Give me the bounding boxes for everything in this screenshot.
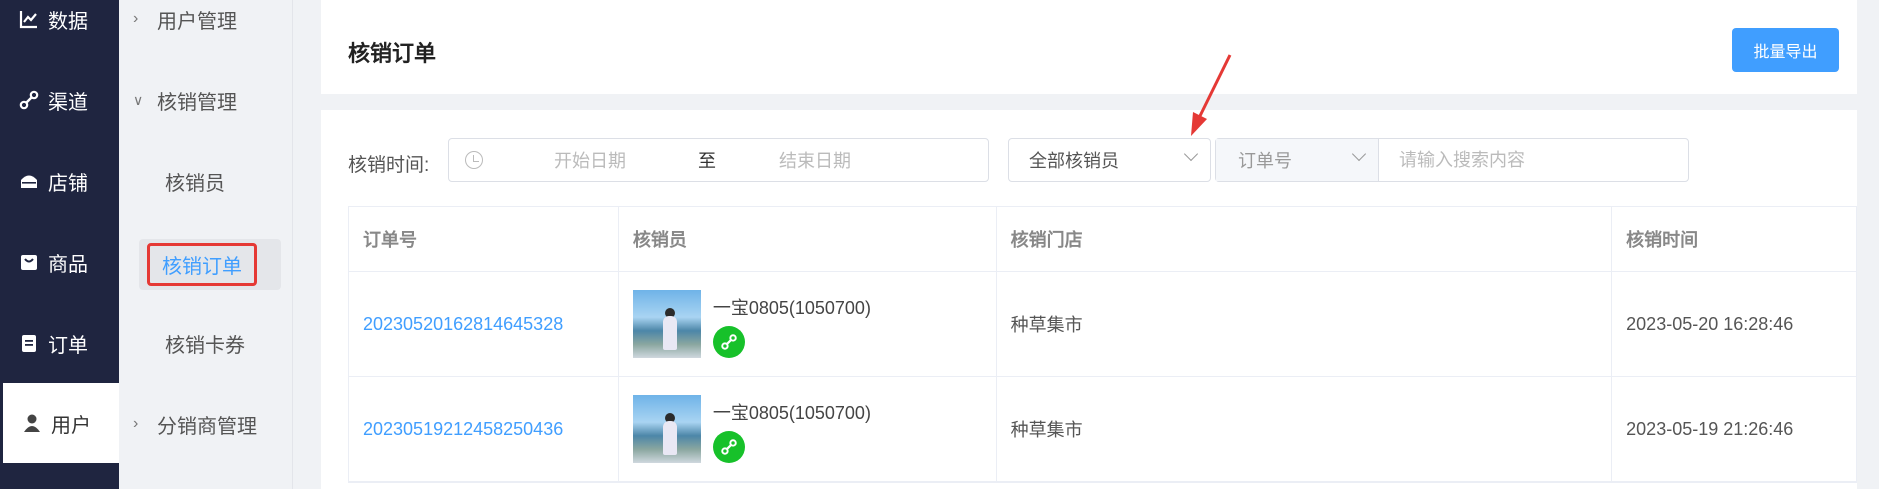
submenu-label: 核销订单 — [147, 243, 257, 286]
page-title: 核销订单 — [348, 41, 437, 66]
verifier-name: 一宝0805(1050700) — [712, 298, 871, 318]
chevron-down-icon — [1183, 146, 1199, 162]
verify-time-cell: 2023-05-19 21:26:46 — [1612, 377, 1857, 481]
submenu-verify-orders[interactable]: 核销订单 — [139, 239, 281, 290]
bag-icon — [18, 251, 40, 273]
chevron-down-icon: ∨ — [133, 91, 144, 108]
table-header-row: 订单号 核销员 核销门店 核销时间 — [349, 207, 1857, 272]
search-group: 订单号 — [1215, 138, 1689, 182]
mini-program-link-icon — [712, 326, 745, 358]
nav-footer — [0, 463, 119, 489]
clipboard-icon — [18, 332, 40, 354]
submenu-label: 核销卡券 — [165, 334, 245, 357]
nav-item-label: 店铺 — [48, 172, 88, 195]
date-range-separator: 至 — [698, 151, 716, 171]
verifier-select[interactable]: 全部核销员 — [1008, 138, 1211, 182]
orders-table: 订单号 核销员 核销门店 核销时间 20230520162814645328 一… — [348, 206, 1857, 483]
main-nav: 数据 渠道 店铺 商品 订单 用户 — [0, 0, 119, 489]
submenu-verify-coupons[interactable]: 核销卡券 — [119, 320, 293, 366]
nav-item-label: 渠道 — [48, 91, 88, 114]
date-range-picker[interactable]: 开始日期 至 结束日期 — [448, 138, 989, 182]
search-type-value: 订单号 — [1238, 151, 1292, 171]
column-header: 订单号 — [349, 207, 619, 271]
column-header: 核销员 — [619, 207, 997, 271]
verifier-cell: 一宝0805(1050700) — [619, 377, 997, 481]
mini-program-link-icon — [712, 431, 745, 463]
search-input[interactable] — [1379, 139, 1688, 181]
batch-export-button[interactable]: 批量导出 — [1732, 28, 1839, 72]
verifier-select-value: 全部核销员 — [1029, 151, 1119, 171]
nav-item-data[interactable]: 数据 — [0, 0, 119, 59]
sub-menu: › 用户管理 ∨ 核销管理 核销员 核销订单 核销卡券 › 分销商管理 — [119, 0, 293, 489]
content-panel: 核销时间: 开始日期 至 结束日期 全部核销员 订单号 订单号 核销员 核销门店… — [321, 110, 1857, 489]
verifier-name: 一宝0805(1050700) — [712, 403, 871, 423]
chevron-down-icon — [1351, 146, 1367, 162]
end-date-input[interactable]: 结束日期 — [779, 147, 851, 173]
submenu-distributor-manage[interactable]: › 分销商管理 — [119, 401, 293, 447]
submenu-verifier[interactable]: 核销员 — [119, 158, 293, 204]
avatar — [632, 290, 701, 358]
chevron-right-icon: › — [133, 10, 139, 27]
link-icon — [18, 89, 40, 111]
store-cell: 种草集市 — [997, 272, 1613, 376]
order-number-cell: 20230519212458250436 — [349, 377, 619, 481]
order-number-link[interactable]: 20230520162814645328 — [363, 314, 563, 335]
user-icon — [21, 412, 43, 434]
nav-item-label: 数据 — [48, 10, 88, 33]
store-cell: 种草集市 — [997, 377, 1613, 481]
nav-item-label: 订单 — [48, 334, 88, 357]
nav-item-label: 用户 — [51, 414, 91, 437]
table-row: 20230519212458250436 一宝0805(1050700) 种草集… — [349, 377, 1857, 482]
submenu-label: 核销员 — [165, 172, 225, 195]
page-header: 核销订单 批量导出 — [321, 0, 1857, 94]
verify-time-label: 核销时间: — [348, 155, 430, 176]
nav-item-channel[interactable]: 渠道 — [0, 60, 119, 140]
search-type-select[interactable]: 订单号 — [1216, 139, 1379, 181]
order-number-cell: 20230520162814645328 — [349, 272, 619, 376]
column-header: 核销门店 — [997, 207, 1613, 271]
nav-item-order[interactable]: 订单 — [0, 303, 119, 383]
order-number-link[interactable]: 20230519212458250436 — [363, 419, 563, 440]
submenu-user-manage[interactable]: › 用户管理 — [119, 0, 293, 42]
clock-icon — [465, 151, 483, 169]
nav-item-user[interactable]: 用户 — [0, 383, 119, 463]
chevron-right-icon: › — [133, 415, 139, 432]
submenu-label: 分销商管理 — [157, 415, 257, 438]
nav-item-goods[interactable]: 商品 — [0, 222, 119, 302]
avatar — [632, 395, 701, 463]
submenu-verify-manage[interactable]: ∨ 核销管理 — [119, 77, 293, 123]
nav-item-label: 商品 — [48, 253, 88, 276]
submenu-label: 用户管理 — [157, 10, 237, 33]
store-icon — [18, 170, 40, 192]
nav-item-store[interactable]: 店铺 — [0, 141, 119, 221]
start-date-input[interactable]: 开始日期 — [554, 147, 626, 173]
verify-time-cell: 2023-05-20 16:28:46 — [1612, 272, 1857, 376]
table-row: 20230520162814645328 一宝0805(1050700) 种草集… — [349, 272, 1857, 377]
verifier-cell: 一宝0805(1050700) — [619, 272, 997, 376]
submenu-label: 核销管理 — [157, 91, 237, 114]
chart-line-icon — [18, 8, 40, 30]
column-header: 核销时间 — [1612, 207, 1857, 271]
